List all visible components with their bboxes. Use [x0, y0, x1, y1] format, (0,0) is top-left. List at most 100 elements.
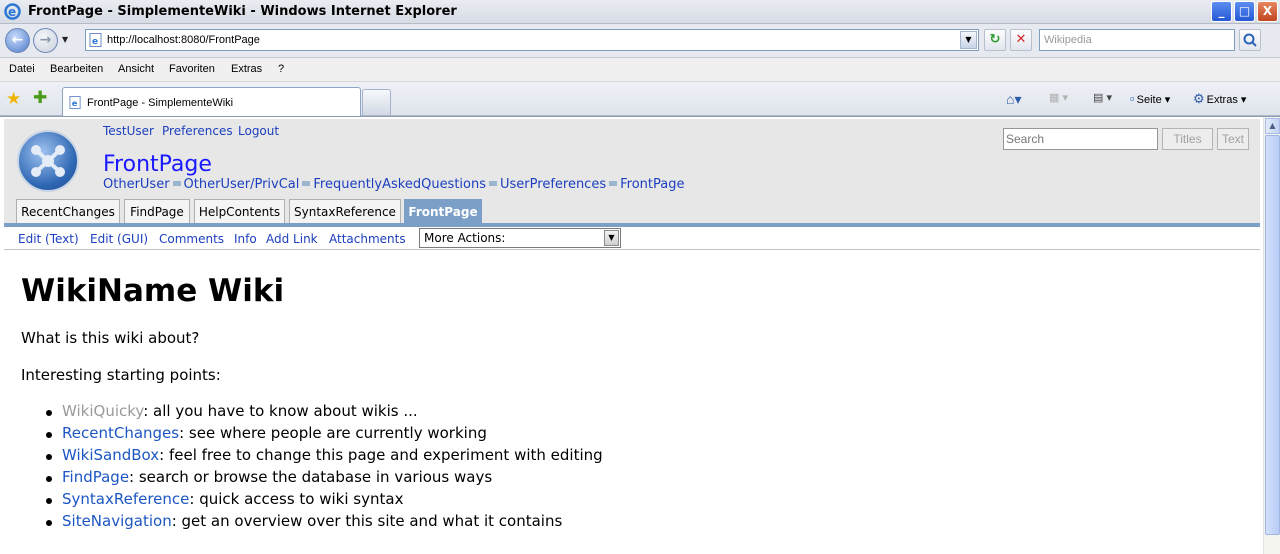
list-item: SiteNavigation: get an overview over thi… — [44, 512, 944, 534]
trail-separator — [302, 181, 311, 186]
trail-separator — [609, 181, 618, 186]
favorites-star-icon[interactable]: ★ — [6, 89, 21, 109]
history-dropdown-icon[interactable]: ▼ — [62, 35, 68, 44]
list-item-text: : all you have to know about wikis ... — [143, 402, 418, 420]
window-title: FrontPage - SimplementeWiki - Windows In… — [28, 4, 457, 19]
scroll-up-icon[interactable]: ▲ — [1265, 118, 1280, 134]
bullet-icon — [46, 498, 52, 504]
content-heading: WikiName Wiki — [21, 273, 285, 309]
sitenavigation-link[interactable]: SiteNavigation — [62, 512, 172, 530]
intro-paragraph: What is this wiki about? — [21, 329, 200, 347]
minimize-button[interactable]: _ — [1211, 1, 1232, 22]
list-item-text: : see where people are currently working — [179, 424, 487, 442]
add-favorite-icon[interactable]: ✚ — [33, 88, 47, 108]
tools-menu-label: Extras — [1206, 94, 1238, 106]
refresh-icon[interactable]: ↻ — [984, 29, 1006, 51]
starting-points-list: WikiQuicky: all you have to know about w… — [44, 402, 944, 534]
menu-datei[interactable]: Datei — [9, 63, 35, 75]
back-button[interactable]: ← — [5, 28, 30, 53]
preferences-link[interactable]: Preferences — [162, 124, 233, 138]
ie-page-icon: e — [89, 33, 102, 47]
breadcrumb: OtherUser OtherUser/PrivCal FrequentlyAske… — [103, 177, 684, 192]
scroll-thumb[interactable] — [1265, 135, 1280, 535]
recentchanges-link[interactable]: RecentChanges — [62, 424, 179, 442]
address-field[interactable]: e http://localhost:8080/FrontPage ▼ — [85, 29, 979, 51]
list-item: WikiSandBox: feel free to change this pa… — [44, 446, 944, 468]
titles-search-button[interactable]: Titles — [1162, 128, 1213, 150]
trail-item[interactable]: OtherUser/PrivCal — [184, 177, 300, 192]
navibar-helpcontents[interactable]: HelpContents — [194, 199, 285, 225]
url-dropdown-icon[interactable]: ▼ — [960, 31, 977, 49]
menu-favoriten[interactable]: Favoriten — [169, 63, 215, 75]
stop-icon[interactable]: ✕ — [1010, 29, 1032, 51]
tab-bar: ★ ✚ e FrontPage - SimplementeWiki ⌂▾ ▦ ▾… — [0, 82, 1280, 116]
wiki-search-input[interactable]: Search — [1003, 128, 1158, 150]
vertical-scrollbar[interactable]: ▲ — [1263, 117, 1280, 554]
svg-text:e: e — [92, 37, 98, 47]
close-window-button[interactable]: X — [1257, 1, 1278, 22]
forward-button[interactable]: → — [33, 28, 58, 53]
url-text[interactable]: http://localhost:8080/FrontPage — [107, 34, 260, 46]
bullet-icon — [46, 476, 52, 482]
list-item-text: : quick access to wiki syntax — [189, 490, 404, 508]
logout-link[interactable]: Logout — [238, 124, 279, 138]
edit-gui-link[interactable]: Edit (GUI) — [90, 232, 148, 246]
wikisandbox-link[interactable]: WikiSandBox — [62, 446, 159, 464]
comments-link[interactable]: Comments — [159, 232, 224, 246]
menu-ansicht[interactable]: Ansicht — [118, 63, 154, 75]
trail-item[interactable]: FrequentlyAskedQuestions — [313, 177, 486, 192]
attachments-link[interactable]: Attachments — [329, 232, 406, 246]
page-icon: ▫ — [1130, 91, 1135, 106]
list-item: RecentChanges: see where people are curr… — [44, 424, 944, 446]
search-icon[interactable] — [1239, 29, 1261, 51]
syntaxreference-link[interactable]: SyntaxReference — [62, 490, 189, 508]
new-tab-button[interactable] — [362, 89, 391, 115]
list-item-text: : search or browse the database in vario… — [129, 468, 493, 486]
user-link[interactable]: TestUser — [103, 124, 154, 138]
more-actions-select[interactable]: More Actions: ▼ — [419, 228, 621, 248]
tab-frontpage[interactable]: e FrontPage - SimplementeWiki — [62, 87, 361, 116]
navibar-frontpage-current[interactable]: FrontPage — [404, 199, 482, 225]
trail-separator — [172, 181, 181, 186]
add-link-link[interactable]: Add Link — [266, 232, 318, 246]
list-item-text: : feel free to change this page and expe… — [159, 446, 603, 464]
print-icon[interactable]: ▤ ▾ — [1093, 91, 1112, 104]
menu-help[interactable]: ? — [278, 63, 284, 75]
tools-menu-button[interactable]: ⚙ Extras ▾ — [1193, 91, 1246, 107]
home-icon[interactable]: ⌂▾ — [1006, 91, 1021, 108]
trail-separator — [489, 181, 498, 186]
info-link[interactable]: Info — [234, 232, 257, 246]
edit-bar: Edit (Text) Edit (GUI) Comments Info Add… — [4, 227, 1260, 250]
navibar-syntaxreference[interactable]: SyntaxReference — [289, 199, 401, 225]
list-item: SyntaxReference: quick access to wiki sy… — [44, 490, 944, 512]
ie-search-placeholder: Wikipedia — [1044, 34, 1092, 46]
list-item: WikiQuicky: all you have to know about w… — [44, 402, 944, 424]
navibar-recentchanges[interactable]: RecentChanges — [16, 199, 120, 225]
ie-search-input[interactable]: Wikipedia — [1039, 29, 1235, 51]
gear-icon: ⚙ — [1193, 91, 1205, 106]
navibar-findpage[interactable]: FindPage — [124, 199, 190, 225]
trail-item[interactable]: OtherUser — [103, 177, 170, 192]
feeds-icon[interactable]: ▦ ▾ — [1049, 91, 1068, 104]
findpage-link[interactable]: FindPage — [62, 468, 129, 486]
trail-item[interactable]: FrontPage — [620, 177, 684, 192]
bullet-icon — [46, 454, 52, 460]
ie-logo-icon: e — [4, 3, 21, 20]
starting-points-paragraph: Interesting starting points: — [21, 366, 221, 384]
wiki-header: TestUser Preferences Logout FrontPage Ot… — [4, 119, 1260, 225]
page-menu-button[interactable]: ▫ Seite ▾ — [1130, 91, 1170, 106]
page-title[interactable]: FrontPage — [103, 152, 212, 177]
maximize-button[interactable]: □ — [1234, 1, 1255, 22]
page-viewport: TestUser Preferences Logout FrontPage Ot… — [0, 116, 1280, 554]
wikiquicky-link[interactable]: WikiQuicky — [62, 402, 143, 420]
menu-bearbeiten[interactable]: Bearbeiten — [50, 63, 103, 75]
moinmoin-logo-icon[interactable] — [17, 130, 79, 192]
menu-extras[interactable]: Extras — [231, 63, 262, 75]
trail-item[interactable]: UserPreferences — [500, 177, 606, 192]
more-actions-value: More Actions: — [424, 231, 506, 245]
window-titlebar: e FrontPage - SimplementeWiki - Windows … — [0, 0, 1280, 24]
text-search-button[interactable]: Text — [1217, 128, 1249, 150]
svg-text:e: e — [72, 98, 78, 108]
edit-text-link[interactable]: Edit (Text) — [18, 232, 79, 246]
chevron-down-icon[interactable]: ▼ — [604, 230, 619, 246]
